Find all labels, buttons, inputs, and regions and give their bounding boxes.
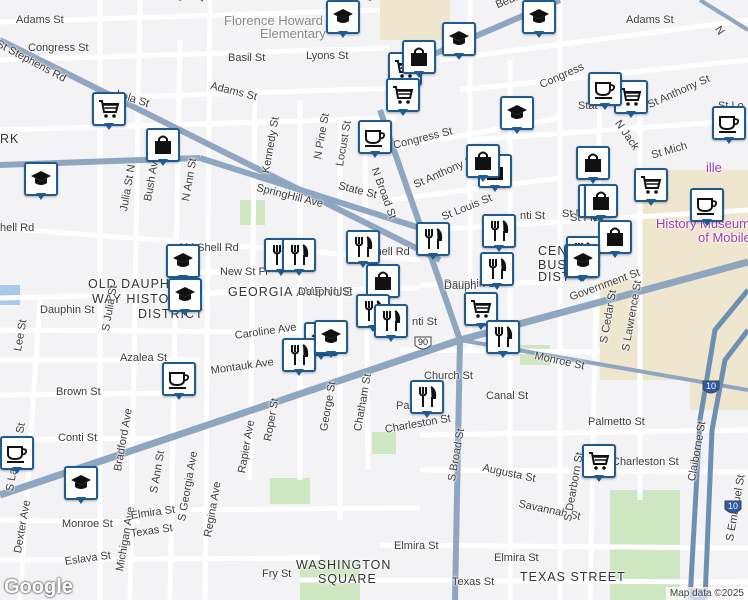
street-label: New St Fr	[220, 266, 269, 278]
poi-marker-restaurant[interactable]	[374, 304, 408, 344]
poi-marker-school[interactable]	[566, 244, 600, 284]
street-label: RK	[0, 132, 20, 146]
street-label: Basil St	[228, 52, 266, 64]
poi-marker-school[interactable]	[24, 162, 58, 202]
interstate-shield: 10	[724, 500, 742, 516]
poi-marker-restaurant[interactable]	[346, 230, 380, 270]
street-label: Texas St	[452, 576, 495, 588]
google-logo: Google	[4, 576, 73, 598]
poi-marker-school[interactable]	[522, 0, 556, 40]
poi-marker-restaurant[interactable]	[282, 338, 316, 378]
poi-marker-restaurant[interactable]	[480, 252, 514, 292]
street-label: Conti St	[58, 432, 98, 444]
interstate-shield: 10	[702, 380, 720, 396]
poi-marker-coffee-cup[interactable]	[0, 436, 34, 476]
street-label: Palmetto St	[588, 416, 645, 428]
poi-marker-restaurant[interactable]	[410, 380, 444, 420]
street-label: nti St	[412, 316, 438, 328]
poi-marker-shopping-bag[interactable]	[576, 146, 610, 186]
poi-marker-shopping-bag[interactable]	[402, 40, 436, 80]
poi-marker-shopping-bag[interactable]	[584, 184, 618, 224]
poi-marker-coffee-cup[interactable]	[712, 106, 746, 146]
street-label: Elmira St	[494, 552, 539, 564]
poi-marker-shopping-bag[interactable]	[466, 144, 500, 184]
street-label: Lyons St	[306, 50, 349, 62]
poi-marker-shopping-cart[interactable]	[92, 92, 126, 132]
poi-marker-coffee-cup[interactable]	[690, 188, 724, 228]
street-label: TEXAS STREET	[520, 570, 626, 584]
street-label: Dauphin St	[298, 286, 353, 298]
street-label: Dauphin St	[40, 304, 95, 316]
map-attribution[interactable]: Map data ©2025	[665, 587, 748, 600]
poi-marker-school[interactable]	[64, 466, 98, 506]
street-label: Congress St	[28, 42, 89, 54]
poi-marker-shopping-bag[interactable]	[598, 220, 632, 260]
poi-marker-restaurant[interactable]	[486, 320, 520, 360]
poi-marker-restaurant[interactable]	[282, 238, 316, 278]
poi-marker-shopping-cart[interactable]	[386, 78, 420, 118]
poi-marker-school[interactable]	[500, 96, 534, 136]
poi-marker-shopping-bag[interactable]	[146, 128, 180, 168]
street-label: SQUARE	[318, 572, 377, 586]
street-label: Brown St	[56, 386, 101, 398]
street-label: hell Rd	[0, 222, 35, 234]
us-highway-shield: 90	[414, 336, 432, 352]
street-label: Adams St	[16, 14, 64, 26]
street-label: CEN	[538, 244, 568, 258]
poi-marker-school[interactable]	[314, 320, 348, 360]
poi-marker-restaurant[interactable]	[482, 214, 516, 254]
street-label: WASHINGTON	[296, 558, 392, 572]
shield-number: 10	[727, 501, 738, 511]
street-label: Elmira St	[394, 540, 439, 552]
poi-marker-school[interactable]	[442, 22, 476, 62]
street-label: nti St	[520, 210, 546, 222]
street-label: ille	[706, 160, 722, 175]
poi-marker-coffee-cup[interactable]	[588, 72, 622, 112]
street-label: Dauph	[444, 280, 477, 292]
street-label: Adams St	[626, 14, 674, 26]
street-label: Fry St	[262, 568, 292, 580]
poi-marker-coffee-cup[interactable]	[358, 120, 392, 160]
poi-marker-coffee-cup[interactable]	[162, 362, 196, 402]
shield-number: 10	[705, 381, 716, 391]
poi-marker-shopping-cart[interactable]	[634, 168, 668, 208]
poi-marker-school[interactable]	[168, 278, 202, 318]
poi-marker-shopping-cart[interactable]	[582, 444, 616, 484]
street-label: Elementary	[260, 26, 326, 41]
street-label: Azalea St	[120, 352, 168, 364]
street-label: of Mobile	[698, 230, 748, 245]
poi-marker-school[interactable]	[326, 0, 360, 40]
street-label: Canal St	[486, 390, 529, 402]
map-canvas[interactable]: Adams St Congress St Basil St Lyons St Flore…	[0, 0, 748, 600]
shield-number: 90	[417, 337, 428, 347]
street-label: Charleston St	[612, 456, 679, 468]
street-label: Monroe St	[62, 518, 113, 530]
poi-marker-restaurant[interactable]	[416, 222, 450, 262]
